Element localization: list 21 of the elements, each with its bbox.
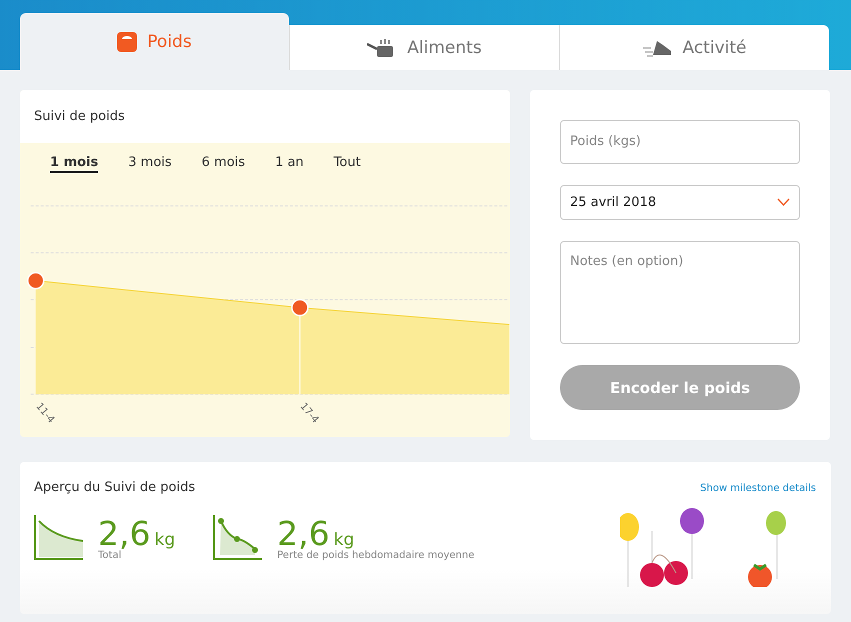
range-tab[interactable]: 3 mois bbox=[128, 154, 172, 173]
tab[interactable]: Activité bbox=[559, 25, 829, 70]
tab[interactable]: Aliments bbox=[289, 25, 559, 70]
milestone-link[interactable]: Show milestone details bbox=[700, 483, 816, 494]
stat-label: Total bbox=[98, 550, 122, 561]
card-title: Suivi de poids bbox=[20, 90, 510, 143]
curve-chart-icon bbox=[34, 515, 84, 561]
line-chart-icon bbox=[213, 515, 264, 561]
card-title: Aperçu du Suivi de poids bbox=[34, 480, 196, 495]
weight-field[interactable]: Poids (kgs) bbox=[560, 120, 800, 164]
date-select[interactable]: 25 avril 2018 bbox=[560, 184, 800, 220]
stat-value: 2,6 kg bbox=[277, 517, 354, 550]
range-tab[interactable]: Tout bbox=[334, 154, 361, 173]
range-tab[interactable]: 6 mois bbox=[202, 154, 246, 173]
range-tab[interactable]: 1 mois bbox=[50, 154, 98, 173]
range-tab[interactable]: 1 an bbox=[275, 154, 304, 173]
notes-field[interactable]: Notes (en option) bbox=[560, 240, 800, 344]
chevron-down-icon bbox=[777, 198, 790, 206]
stat-value: 2,6 kg bbox=[98, 517, 176, 550]
scale-icon bbox=[117, 32, 138, 52]
stat-label: Perte de poids hebdomadaire moyenne bbox=[277, 550, 474, 561]
